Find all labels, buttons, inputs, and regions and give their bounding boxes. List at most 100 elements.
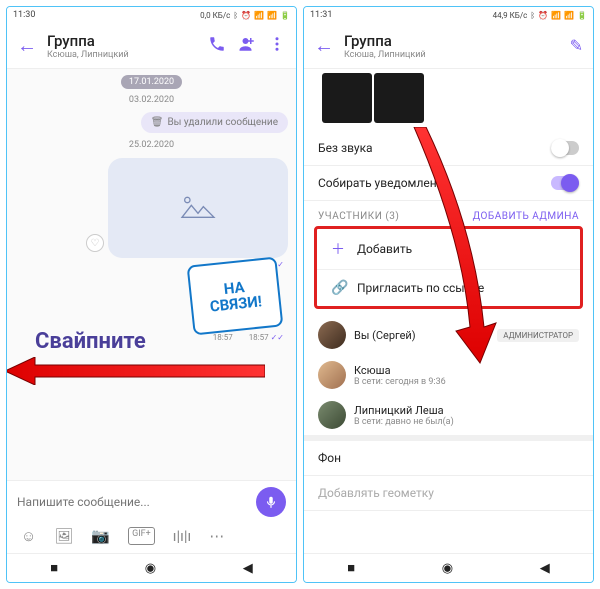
header-actions [208,35,286,57]
voice-button[interactable] [256,487,286,517]
status-bar: 11:30 0,0 КБ/с ᛒ ⏰ 📶 📶 🔋 [7,7,296,23]
date-pill: 17.01.2020 [121,75,182,89]
member-name: Ксюша [354,364,579,377]
header-title-block[interactable]: Группа Ксюша, Липницкий [47,32,208,60]
edit-icon[interactable]: ✎ [570,36,583,55]
settings-header: ← Группа Ксюша, Липницкий ✎ [304,23,593,69]
settings-body[interactable]: Без звука Собирать уведомления УЧАСТНИКИ… [304,69,593,553]
gif-icon[interactable]: GIF+ [128,527,155,545]
audio-icon[interactable]: ı|ı|ı [173,527,191,545]
wifi-icon: 📶 [254,11,264,20]
sticker-message[interactable]: ♡ [108,158,288,258]
nav-back[interactable]: ◀ [540,561,550,576]
chat-subtitle: Ксюша, Липницкий [47,50,208,60]
mic-icon [264,495,278,509]
more-icon[interactable] [268,35,286,57]
android-navbar: ■ ◉ ◀ [7,553,296,582]
participants-header: УЧАСТНИКИ (3) ДОБАВИТЬ АДМИНА [304,201,593,226]
participants-title: УЧАСТНИКИ (3) [318,211,399,222]
member-name: Липницкий Леша [354,404,579,417]
signal-icon: 📶 [564,11,574,20]
attachment-toolbar: ☺ 🖼 📷 GIF+ ı|ı|ı ⋯ [7,523,296,553]
mountain-icon [178,193,218,223]
trash-icon: 🗑 [151,117,164,128]
invite-link-row[interactable]: 🔗 Пригласить по ссылке [317,270,580,306]
annotation-highlight-box: ＋ Добавить 🔗 Пригласить по ссылке [314,226,583,309]
geotag-row[interactable]: Добавлять геометку [304,476,593,511]
back-button[interactable]: ← [17,33,37,58]
annotation-arrow-left [6,357,265,385]
nav-home[interactable]: ◉ [442,561,453,576]
chat-title: Группа [47,32,208,50]
media-thumbnails[interactable] [304,69,593,131]
status-time: 11:31 [310,10,332,20]
add-member-icon[interactable] [238,35,256,57]
battery-icon: 🔋 [577,11,587,20]
message-input[interactable] [17,495,250,509]
bluetooth-icon: ᛒ [233,11,238,20]
signal-icon: 📶 [267,11,277,20]
group-subtitle: Ксюша, Липницкий [344,50,570,60]
header-actions: ✎ [570,36,583,55]
battery-icon: 🔋 [280,11,290,20]
admin-badge: АДМИНИСТРАТОР [497,329,579,342]
like-button[interactable]: ♡ [86,234,104,252]
annotation-swipe-label: Свайпните [35,329,146,354]
nav-back[interactable]: ◀ [243,561,253,576]
link-icon: 🔗 [331,280,347,296]
bluetooth-icon: ᛒ [530,11,535,20]
nav-recent[interactable]: ■ [347,560,355,576]
add-admin-link[interactable]: ДОБАВИТЬ АДМИНА [473,211,579,222]
member-row[interactable]: Ксюша В сети: сегодня в 9:36 [304,355,593,395]
media-thumb[interactable] [322,73,372,123]
background-label: Фон [318,451,341,465]
date-separator: 25.02.2020 [121,138,182,152]
sticker-text-2: СВЯЗИ! [209,293,263,315]
avatar [318,361,346,389]
group-title: Группа [344,32,570,50]
more-attach-icon[interactable]: ⋯ [209,527,224,545]
member-name: Вы (Сергей) [354,329,489,342]
message-time-row: 18:57 18:57 ✓✓ [213,333,284,342]
chat-body[interactable]: 17.01.2020 03.02.2020 🗑 Вы удалили сообщ… [7,69,296,480]
wifi-icon: 📶 [551,11,561,20]
sticker-message-2[interactable]: НА СВЯЗИ! [187,256,284,335]
smart-notify-label: Собирать уведомления [318,176,450,190]
check-icon: ✓✓ [271,333,284,342]
background-row[interactable]: Фон [304,435,593,476]
deleted-message: 🗑 Вы удалили сообщение [141,112,288,133]
phone-chat: 11:30 0,0 КБ/с ᛒ ⏰ 📶 📶 🔋 ← Группа Ксюша,… [6,6,297,583]
smart-notify-switch[interactable] [551,176,579,190]
member-row[interactable]: Липницкий Леша В сети: давно не был(а) [304,395,593,435]
camera-icon[interactable]: 📷 [91,527,110,545]
nav-recent[interactable]: ■ [50,560,58,576]
mute-row[interactable]: Без звука [304,131,593,166]
gallery-icon[interactable]: 🖼 [54,527,73,545]
add-label: Добавить [357,242,412,256]
media-thumb[interactable] [374,73,424,123]
member-status: В сети: сегодня в 9:36 [354,377,579,387]
alarm-icon: ⏰ [538,11,548,20]
smart-notify-row[interactable]: Собирать уведомления [304,166,593,201]
status-icons: 0,0 КБ/с ᛒ ⏰ 📶 📶 🔋 [200,11,290,20]
member-status: В сети: давно не был(а) [354,417,579,427]
mute-label: Без звука [318,141,373,155]
sticker-icon[interactable]: ☺ [21,527,36,545]
avatar [318,321,346,349]
status-bar: 11:31 44,9 КБ/с ᛒ ⏰ 📶 📶 🔋 [304,7,593,23]
back-button[interactable]: ← [314,33,334,58]
add-participant-row[interactable]: ＋ Добавить [317,229,580,270]
status-time: 11:30 [13,10,35,20]
member-row[interactable]: Вы (Сергей) АДМИНИСТРАТОР [304,315,593,355]
phone-group-settings: 11:31 44,9 КБ/с ᛒ ⏰ 📶 📶 🔋 ← Группа Ксюша… [303,6,594,583]
android-navbar: ■ ◉ ◀ [304,553,593,582]
deleted-text: Вы удалили сообщение [167,117,278,128]
net-speed: 44,9 КБ/с [493,11,528,20]
nav-home[interactable]: ◉ [145,561,156,576]
net-speed: 0,0 КБ/с [200,11,230,20]
status-icons: 44,9 КБ/с ᛒ ⏰ 📶 📶 🔋 [493,11,587,20]
alarm-icon: ⏰ [241,11,251,20]
mute-switch[interactable] [551,141,579,155]
header-title-block[interactable]: Группа Ксюша, Липницкий [344,32,570,60]
call-icon[interactable] [208,35,226,57]
